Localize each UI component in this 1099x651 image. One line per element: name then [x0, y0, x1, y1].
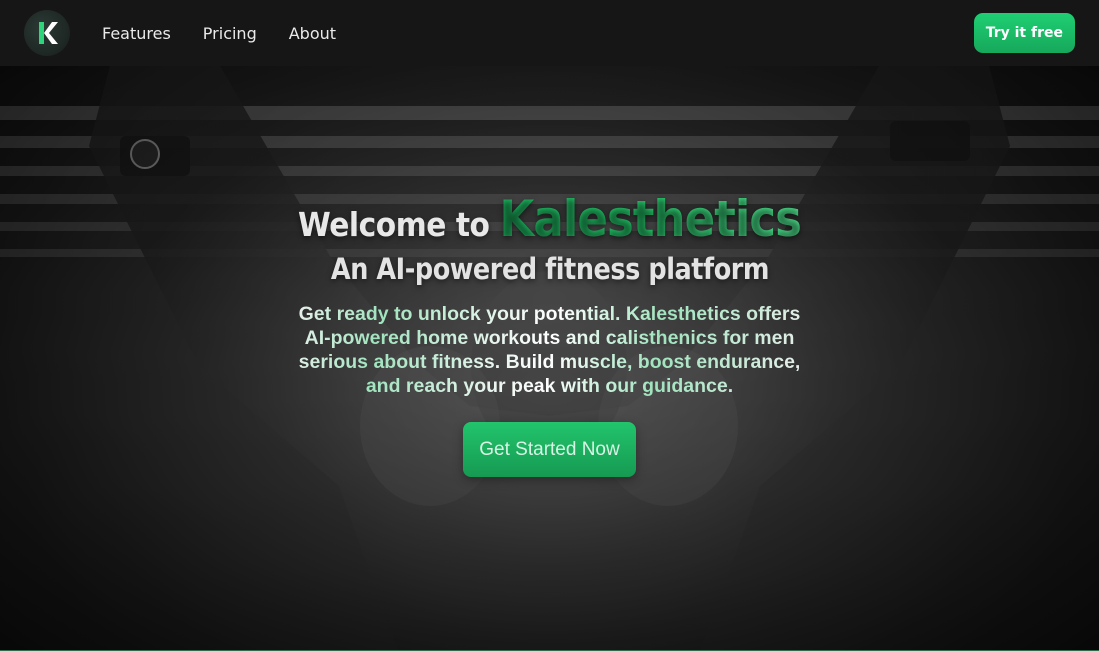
nav-link-pricing[interactable]: Pricing: [203, 24, 257, 43]
nav-links: Features Pricing About: [102, 24, 368, 43]
try-free-button[interactable]: Try it free: [973, 13, 1075, 53]
hero-title: Welcome to Kalesthetics: [297, 190, 802, 254]
logo[interactable]: [24, 10, 70, 56]
hero-content: Welcome to Kalesthetics An AI-powered fi…: [0, 66, 1099, 651]
top-navbar: Features Pricing About Try it free: [0, 0, 1099, 66]
hero-section: Welcome to Kalesthetics An AI-powered fi…: [0, 66, 1099, 651]
hero-description: Get ready to unlock your potential. Kale…: [285, 302, 815, 398]
brand-name: Kalesthetics: [499, 190, 802, 248]
get-started-button[interactable]: Get Started Now: [463, 422, 636, 477]
nav-link-about[interactable]: About: [289, 24, 336, 43]
nav-link-features[interactable]: Features: [102, 24, 171, 43]
hero-subtitle: An AI-powered fitness platform: [330, 252, 769, 286]
hero-title-prefix: Welcome to: [297, 205, 500, 244]
k-logo-icon: [39, 22, 58, 44]
